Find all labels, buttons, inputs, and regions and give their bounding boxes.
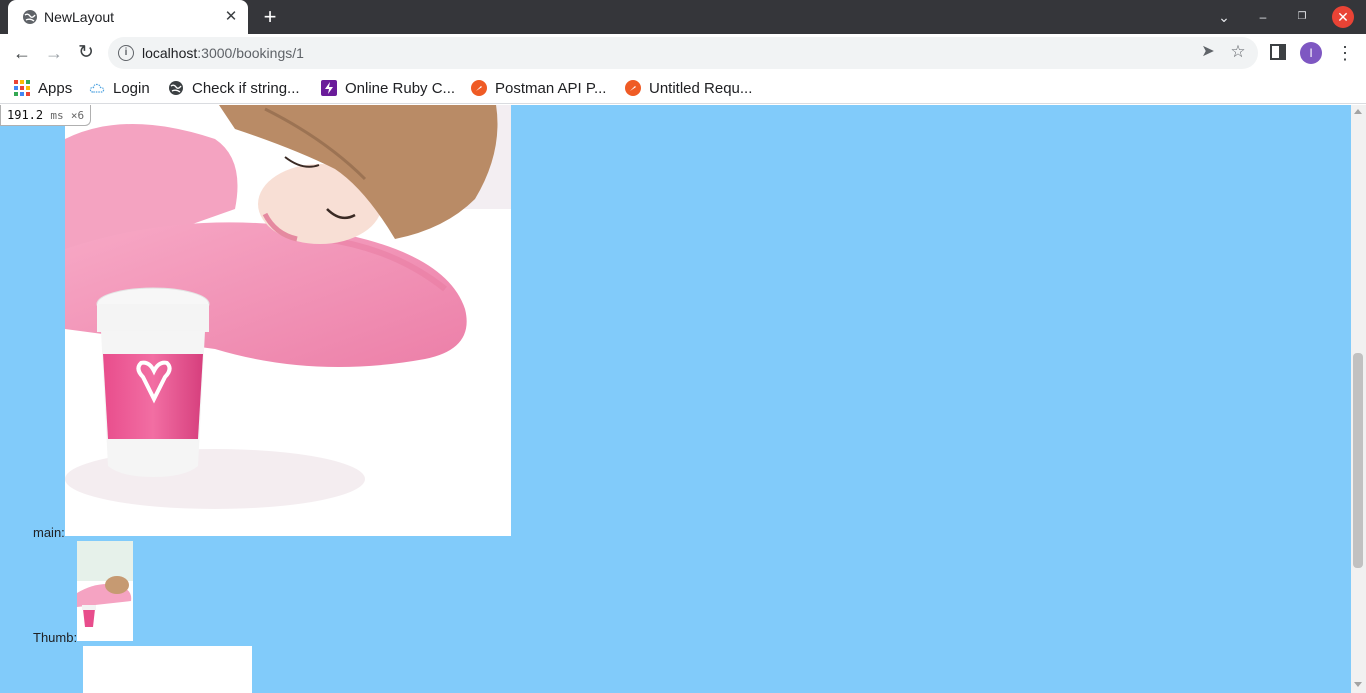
bookmark-check-string[interactable]: Check if string... bbox=[168, 78, 300, 98]
restore-button[interactable]: ❐ bbox=[1290, 6, 1314, 28]
bookmark-label: Untitled Requ... bbox=[649, 79, 753, 97]
reload-button[interactable]: ↻ bbox=[74, 41, 98, 65]
bookmark-label: Postman API P... bbox=[495, 79, 607, 97]
url-text[interactable]: localhost:3000/bookings/1 bbox=[142, 45, 304, 61]
bookmark-label: Check if string... bbox=[192, 79, 300, 97]
bookmark-label: Apps bbox=[38, 79, 73, 97]
address-bar[interactable]: i localhost:3000/bookings/1 ➤ ☆ bbox=[108, 37, 1258, 69]
globe-icon bbox=[23, 10, 37, 24]
postman-icon bbox=[625, 80, 641, 96]
tab-strip: NewLayout ✕ + ⌄ – ❐ ✕ bbox=[0, 0, 1366, 34]
scroll-up-arrow-icon[interactable] bbox=[1354, 109, 1362, 114]
profile-avatar[interactable]: I bbox=[1300, 42, 1322, 64]
url-path: :3000/bookings/1 bbox=[197, 45, 304, 61]
bookmark-untitled-request[interactable]: Untitled Requ... bbox=[625, 78, 752, 98]
postman-icon bbox=[471, 80, 487, 96]
bookmark-login[interactable]: Login bbox=[89, 78, 150, 98]
back-button[interactable]: ← bbox=[10, 41, 34, 65]
thumb-label: Thumb: bbox=[33, 630, 78, 645]
perf-unit: ms bbox=[50, 109, 64, 122]
tab-search-chevron-icon[interactable]: ⌄ bbox=[1212, 6, 1236, 28]
browser-toolbar: ← → ↻ i localhost:3000/bookings/1 ➤ ☆ I … bbox=[0, 34, 1366, 72]
bookmark-postman-api[interactable]: Postman API P... bbox=[471, 78, 606, 98]
tab-close-icon[interactable]: ✕ bbox=[222, 8, 240, 26]
bookmark-star-icon[interactable]: ☆ bbox=[1228, 42, 1248, 62]
bookmark-label: Online Ruby C... bbox=[345, 79, 456, 97]
url-host: localhost bbox=[142, 45, 198, 61]
thumb-image bbox=[77, 541, 133, 641]
forward-button[interactable]: → bbox=[42, 41, 66, 65]
bookmarks-bar: Apps Login Check if string... Online Rub… bbox=[0, 72, 1366, 104]
bookmark-label: Login bbox=[113, 79, 150, 97]
perf-badge: 191.2 ms ×6 bbox=[0, 105, 92, 126]
scrollbar-thumb[interactable] bbox=[1353, 353, 1363, 568]
globe-icon bbox=[169, 81, 183, 95]
new-tab-button[interactable]: + bbox=[258, 6, 282, 28]
blank-image bbox=[83, 646, 252, 693]
bookmark-online-ruby[interactable]: Online Ruby C... bbox=[321, 78, 455, 98]
cloud-icon bbox=[89, 83, 105, 93]
bolt-icon bbox=[321, 80, 337, 96]
site-info-icon[interactable]: i bbox=[118, 45, 134, 61]
side-panel-icon[interactable] bbox=[1270, 44, 1286, 60]
window-close-button[interactable]: ✕ bbox=[1332, 6, 1354, 28]
perf-count: ×6 bbox=[70, 109, 85, 122]
thumb-illustration bbox=[77, 541, 133, 641]
minimize-button[interactable]: – bbox=[1251, 6, 1275, 28]
bookmark-apps[interactable]: Apps bbox=[14, 78, 72, 98]
page-scrollbar[interactable] bbox=[1351, 105, 1366, 693]
send-tab-icon[interactable]: ➤ bbox=[1198, 42, 1218, 62]
sleeping-girl-illustration bbox=[65, 105, 511, 536]
apps-grid-icon bbox=[14, 80, 30, 96]
page-viewport: 191.2 ms ×6 main: Thumb: bbox=[0, 105, 1351, 693]
menu-kebab-icon[interactable]: ⋮ bbox=[1336, 41, 1354, 65]
tab-title: NewLayout bbox=[44, 9, 115, 25]
tab-active[interactable]: NewLayout ✕ bbox=[8, 0, 248, 34]
main-label: main: bbox=[33, 525, 65, 540]
perf-value: 191.2 bbox=[7, 108, 44, 122]
main-image bbox=[65, 105, 511, 536]
scroll-down-arrow-icon[interactable] bbox=[1354, 682, 1362, 687]
